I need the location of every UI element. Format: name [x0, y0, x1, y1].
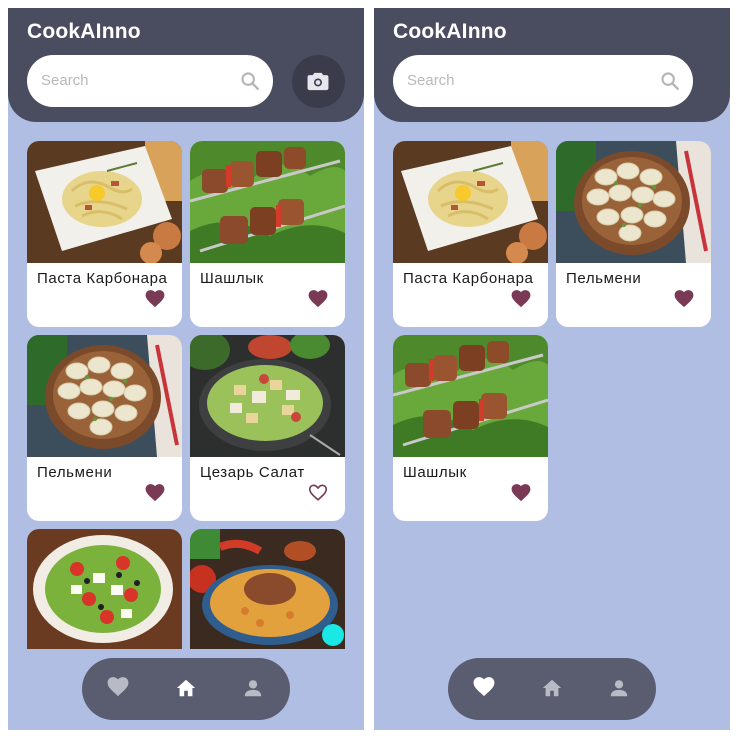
recipe-photo-pasta [27, 141, 182, 263]
heart-icon[interactable] [145, 484, 165, 502]
search-bar[interactable]: Search [393, 55, 693, 107]
recipe-name: Паста Карбонара [403, 270, 534, 287]
recipe-card[interactable]: Пельмени [556, 141, 711, 327]
camera-button[interactable] [292, 55, 345, 108]
recipe-name: Паста Карбонара [37, 270, 168, 287]
nav-favorites[interactable] [473, 677, 497, 701]
bottom-nav [448, 658, 656, 720]
recipe-card[interactable]: Шашлык [393, 335, 548, 521]
app-title: CookAInno [393, 20, 507, 43]
heart-icon[interactable] [511, 290, 531, 308]
recipe-photo-pasta [393, 141, 548, 263]
recipe-name: Шашлык [200, 270, 264, 287]
favorites-screen: CookAInno Search Паста Карбонара Пельмен… [374, 8, 730, 730]
recipe-photo-shashlik [190, 141, 345, 263]
person-icon [610, 680, 628, 697]
camera-icon [307, 72, 329, 91]
recipe-photo-pelmeni [556, 141, 711, 263]
heart-icon[interactable] [145, 290, 165, 308]
recipe-name: Цезарь Салат [200, 464, 305, 481]
app-title: CookAInno [27, 20, 141, 43]
recipe-card[interactable]: Пельмени [27, 335, 182, 521]
bottom-nav [82, 658, 290, 720]
recipe-name: Пельмени [566, 270, 642, 287]
recipe-name: Пельмени [37, 464, 113, 481]
recipe-photo-greek-salad [27, 529, 182, 649]
home-icon [542, 679, 562, 697]
recipe-card[interactable]: Паста Карбонара [393, 141, 548, 327]
nav-profile[interactable] [608, 677, 632, 701]
floating-action-dot[interactable] [322, 624, 344, 646]
heart-icon[interactable] [308, 290, 328, 308]
recipe-photo-shashlik [393, 335, 548, 457]
nav-profile[interactable] [242, 677, 266, 701]
recipe-card[interactable]: Паста Карбонара [27, 141, 182, 327]
heart-icon[interactable] [674, 290, 694, 308]
nav-favorites[interactable] [107, 677, 131, 701]
home-screen: CookAInno Search Паста Карбонара Шашлык … [8, 8, 364, 730]
recipe-card[interactable] [27, 529, 182, 649]
recipe-photo-caesar [190, 335, 345, 457]
recipe-name: Шашлык [403, 464, 467, 481]
home-icon [176, 679, 196, 697]
recipe-photo-pelmeni [27, 335, 182, 457]
search-bar[interactable]: Search [27, 55, 273, 107]
recipe-card[interactable]: Шашлык [190, 141, 345, 327]
person-icon [244, 680, 262, 697]
search-icon[interactable] [239, 70, 261, 92]
app-header: CookAInno Search [374, 8, 730, 122]
heart-outline-icon[interactable] [308, 484, 328, 502]
recipe-card[interactable]: Цезарь Салат [190, 335, 345, 521]
nav-home[interactable] [175, 677, 199, 701]
heart-icon [473, 677, 495, 697]
search-placeholder: Search [407, 72, 455, 89]
heart-icon[interactable] [511, 484, 531, 502]
search-icon[interactable] [659, 70, 681, 92]
search-placeholder: Search [41, 72, 89, 89]
nav-home[interactable] [541, 677, 565, 701]
heart-icon [107, 677, 129, 697]
app-header: CookAInno Search [8, 8, 364, 122]
